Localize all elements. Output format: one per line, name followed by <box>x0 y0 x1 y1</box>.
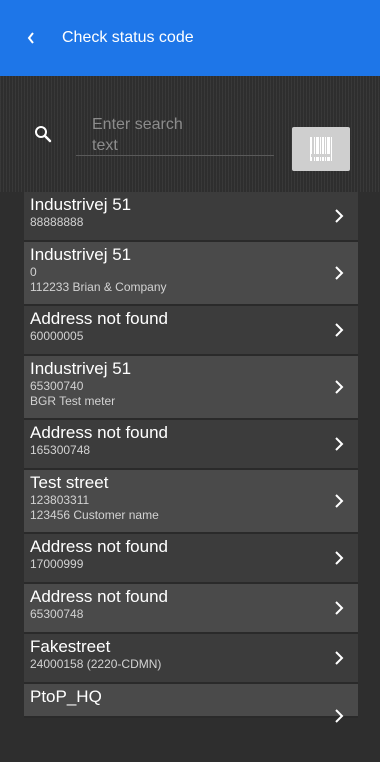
list-item[interactable]: Industrivej 51 88888888 <box>24 192 358 242</box>
chevron-right-icon <box>335 209 344 223</box>
item-number: 60000005 <box>30 329 84 343</box>
chevron-right-icon <box>335 651 344 665</box>
chevron-right-icon <box>335 437 344 451</box>
item-customer: BGR Test meter <box>30 394 116 408</box>
item-title: Fakestreet <box>30 637 111 656</box>
item-title: Address not found <box>30 537 168 556</box>
item-number: 123803311 <box>30 493 90 507</box>
item-customer: 112233 Brian & Company <box>30 280 167 294</box>
search-bar: Enter search text <box>0 76 380 192</box>
list-item[interactable]: Test street 123803311 123456 Customer na… <box>24 470 358 534</box>
page-title: Check status code <box>62 29 194 46</box>
chevron-right-icon <box>335 551 344 565</box>
list-item[interactable]: Address not found 165300748 <box>24 420 358 470</box>
item-number: 65300740 <box>30 379 84 393</box>
item-title: Industrivej 51 <box>30 359 132 378</box>
item-title: PtoP_HQ <box>30 687 102 706</box>
chevron-right-icon <box>335 601 344 615</box>
chevron-right-icon <box>335 709 344 723</box>
item-number: 17000999 <box>30 557 84 571</box>
list-item[interactable]: Industrivej 51 65300740 BGR Test meter <box>24 356 358 420</box>
barcode-scan-button[interactable] <box>292 127 350 171</box>
chevron-left-icon <box>27 32 34 44</box>
barcode-icon <box>310 137 332 161</box>
item-title: Address not found <box>30 423 168 442</box>
app-bar: Check status code <box>0 0 380 76</box>
chevron-right-icon <box>335 494 344 508</box>
item-title: Industrivej 51 <box>30 195 132 214</box>
item-title: Address not found <box>30 587 168 606</box>
list-item[interactable]: Address not found 65300748 <box>24 584 358 634</box>
chevron-right-icon <box>335 266 344 280</box>
results-list: Industrivej 51 88888888 Industrivej 51 0… <box>24 192 358 762</box>
list-item[interactable]: Address not found 17000999 <box>24 534 358 584</box>
item-title: Industrivej 51 <box>30 245 132 264</box>
chevron-right-icon <box>335 380 344 394</box>
item-number: 165300748 <box>30 443 91 457</box>
item-title: Test street <box>30 473 109 492</box>
chevron-right-icon <box>335 323 344 337</box>
item-number: 0 <box>30 265 37 279</box>
search-icon <box>35 126 52 143</box>
item-number: 24000158 (2220-CDMN) <box>30 657 162 671</box>
list-item[interactable]: PtoP_HQ <box>24 684 358 723</box>
item-number: 88888888 <box>30 215 84 229</box>
item-customer: 123456 Customer name <box>30 508 159 522</box>
list-item[interactable]: Industrivej 51 0 112233 Brian & Company <box>24 242 358 306</box>
back-button[interactable] <box>26 23 48 53</box>
list-item[interactable]: Address not found 60000005 <box>24 306 358 356</box>
item-title: Address not found <box>30 309 168 328</box>
app-screen: Check status code Enter search text Indu… <box>0 0 380 762</box>
search-input[interactable] <box>76 112 274 156</box>
list-item[interactable]: Fakestreet 24000158 (2220-CDMN) <box>24 634 358 684</box>
item-number: 65300748 <box>30 607 84 621</box>
